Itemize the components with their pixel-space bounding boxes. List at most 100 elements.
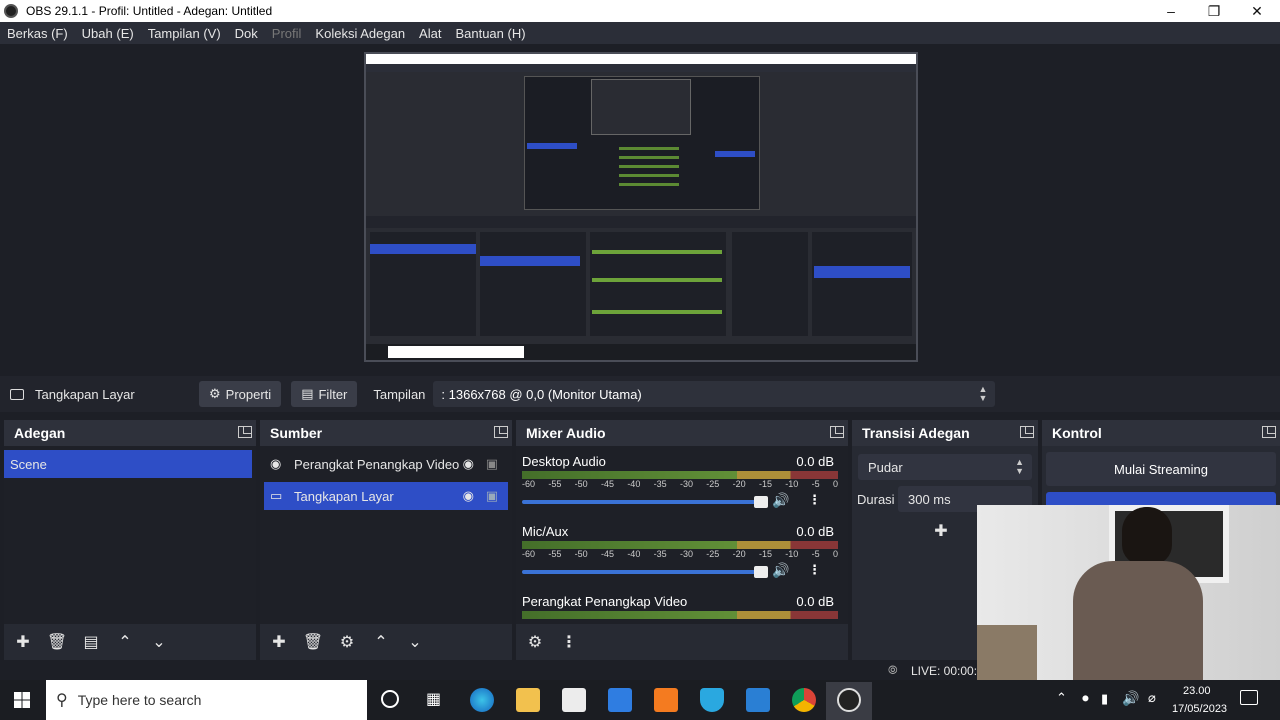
channel-name: Perangkat Penangkap Video <box>522 594 688 609</box>
menu-view[interactable]: Tampilan (V) <box>141 26 228 41</box>
xampp-icon[interactable] <box>654 688 678 712</box>
camera-icon: ◉ <box>270 456 282 471</box>
volume-meter <box>522 541 838 549</box>
filter-icon[interactable]: ▤ <box>78 629 104 655</box>
obs-taskbar-active[interactable] <box>826 682 872 720</box>
cortana-icon[interactable] <box>381 690 399 708</box>
display-select[interactable]: : 1366x768 @ 0,0 (Monitor Utama) ▲ ▼ <box>433 381 996 407</box>
file-explorer-icon[interactable] <box>516 688 540 712</box>
menu-file[interactable]: Berkas (F) <box>0 26 75 41</box>
nested-taskbar <box>366 344 916 360</box>
battery-icon[interactable]: ▮ <box>1101 691 1108 707</box>
task-view-icon[interactable]: ▦ <box>426 689 441 709</box>
mixer-toolbar: ⚙ ⋮ <box>516 624 848 660</box>
trash-icon[interactable]: 🗑 <box>44 629 70 655</box>
microphone-icon[interactable]: ⚫ <box>1080 691 1091 707</box>
channel-video-capture: Perangkat Penangkap Video 0.0 dB <box>522 594 838 624</box>
volume-icon[interactable]: 🔊 <box>1122 690 1139 707</box>
channel-mic-aux: Mic/Aux 0.0 dB -60 -55 -50 -45 -40 -35 -30 -25-… <box>522 524 838 590</box>
store-icon[interactable] <box>562 688 586 712</box>
monitor-icon <box>10 388 24 400</box>
menu-help[interactable]: Bantuan (H) <box>448 26 532 41</box>
close-icon[interactable]: ✕ <box>1234 0 1280 22</box>
eye-icon[interactable]: ◉ <box>463 456 474 472</box>
volume-slider[interactable] <box>522 496 768 508</box>
selected-source-name: Tangkapan Layar <box>35 386 135 402</box>
scene-item[interactable]: Scene <box>4 450 252 478</box>
add-icon[interactable]: ✚ <box>10 629 36 655</box>
transition-type-select[interactable]: Pudar ▲ ▼ <box>858 454 1032 480</box>
kebab-menu-icon[interactable]: ⋮ <box>808 492 821 508</box>
chevron-up-icon[interactable]: ⌃ <box>1056 690 1067 706</box>
meter-ticks: -60 -55 -50 -45 -40 -35 -30 -25 -20 -15 -10 -5 0 <box>522 479 838 489</box>
nested-transitions <box>732 232 808 336</box>
gear-icon: ⚙ <box>209 386 221 401</box>
sources-toolbar: ✚ 🗑 ⚙ ⌃ ⌄ <box>260 624 512 660</box>
mail-icon[interactable] <box>608 688 632 712</box>
sources-header: Sumber <box>260 420 512 446</box>
scenes-header: Adegan <box>4 420 256 446</box>
arrow-up-icon[interactable]: ⌃ <box>368 629 394 655</box>
filter-button[interactable]: ▤ Filter <box>291 381 358 407</box>
nested-scenes <box>370 232 476 336</box>
menu-edit[interactable]: Ubah (E) <box>75 26 141 41</box>
arrow-down-icon[interactable]: ⌄ <box>402 629 428 655</box>
preview-canvas[interactable] <box>364 52 918 362</box>
gear-icon[interactable]: ⚙ <box>334 629 360 655</box>
kebab-menu-icon[interactable]: ⋮ <box>808 562 821 578</box>
undock-icon[interactable] <box>1262 426 1276 438</box>
nested-menubar <box>366 64 916 72</box>
undock-icon[interactable] <box>830 426 844 438</box>
arrow-up-icon[interactable]: ⌃ <box>112 629 138 655</box>
taskbar-search[interactable]: ⚲ Type here to search <box>46 680 367 720</box>
obs-logo-icon <box>4 4 18 18</box>
menu-scene-collection[interactable]: Koleksi Adegan <box>308 26 412 41</box>
start-streaming-button[interactable]: Mulai Streaming <box>1046 452 1276 486</box>
sources-list: ◉ Perangkat Penangkap Video ◉ ▣ ▭ Tangka… <box>260 446 512 624</box>
windows-start-icon[interactable] <box>14 692 30 708</box>
add-icon[interactable]: ✚ <box>266 629 292 655</box>
clock-time[interactable]: 23.00 <box>1183 685 1211 697</box>
nested-scene-sel <box>527 143 577 149</box>
chrome-icon[interactable] <box>792 688 816 712</box>
vscode-icon[interactable] <box>746 688 770 712</box>
spin-arrows-icon: ▲ ▼ <box>1015 457 1024 476</box>
audio-mixer-dock: Mixer Audio Desktop Audio 0.0 dB -60 -55-… <box>516 420 848 660</box>
notifications-icon[interactable] <box>1240 690 1258 705</box>
minimize-icon[interactable]: – <box>1148 0 1194 22</box>
scenes-dock: Adegan Scene ✚ 🗑 ▤ ⌃ ⌄ <box>4 420 256 660</box>
nested-source-bar <box>366 216 916 228</box>
undock-icon[interactable] <box>238 426 252 438</box>
menu-tools[interactable]: Alat <box>412 26 448 41</box>
channel-db: 0.0 dB <box>796 594 834 609</box>
source-item-video-capture[interactable]: ◉ Perangkat Penangkap Video ◉ ▣ <box>264 450 508 478</box>
volume-slider[interactable] <box>522 566 768 578</box>
nested-titlebar <box>366 54 916 64</box>
source-toolbar: Tangkapan Layar ⚙ Properti ▤ Filter Tampil… <box>0 376 1280 412</box>
speaker-icon[interactable]: 🔊 <box>772 492 789 509</box>
app-icon[interactable] <box>700 688 724 712</box>
trash-icon[interactable]: 🗑 <box>300 629 326 655</box>
wifi-icon[interactable]: ⌀ <box>1148 690 1156 706</box>
properties-button[interactable]: ⚙ Properti <box>199 381 282 407</box>
obs-icon <box>837 688 861 712</box>
clock-date[interactable]: 17/05/2023 <box>1172 703 1227 715</box>
lock-icon[interactable]: ▣ <box>486 488 498 504</box>
gear-icon[interactable]: ⚙ <box>522 629 548 655</box>
source-item-screen-capture[interactable]: ▭ Tangkapan Layar ◉ ▣ <box>264 482 508 510</box>
undock-icon[interactable] <box>1020 426 1034 438</box>
arrow-down-icon[interactable]: ⌄ <box>146 629 172 655</box>
edge-icon[interactable] <box>470 688 494 712</box>
menu-dock[interactable]: Dok <box>228 26 265 41</box>
menu-profile[interactable]: Profil <box>265 26 309 41</box>
undock-icon[interactable] <box>494 426 508 438</box>
lock-icon[interactable]: ▣ <box>486 456 498 472</box>
add-icon[interactable]: ✚ <box>928 518 954 544</box>
speaker-icon[interactable]: 🔊 <box>772 562 789 579</box>
eye-icon[interactable]: ◉ <box>463 488 474 504</box>
transitions-header: Transisi Adegan <box>852 420 1038 446</box>
maximize-icon[interactable]: ❐ <box>1191 0 1237 22</box>
channel-name: Mic/Aux <box>522 524 569 539</box>
desk-object <box>977 625 1037 680</box>
kebab-menu-icon[interactable]: ⋮ <box>556 629 582 655</box>
